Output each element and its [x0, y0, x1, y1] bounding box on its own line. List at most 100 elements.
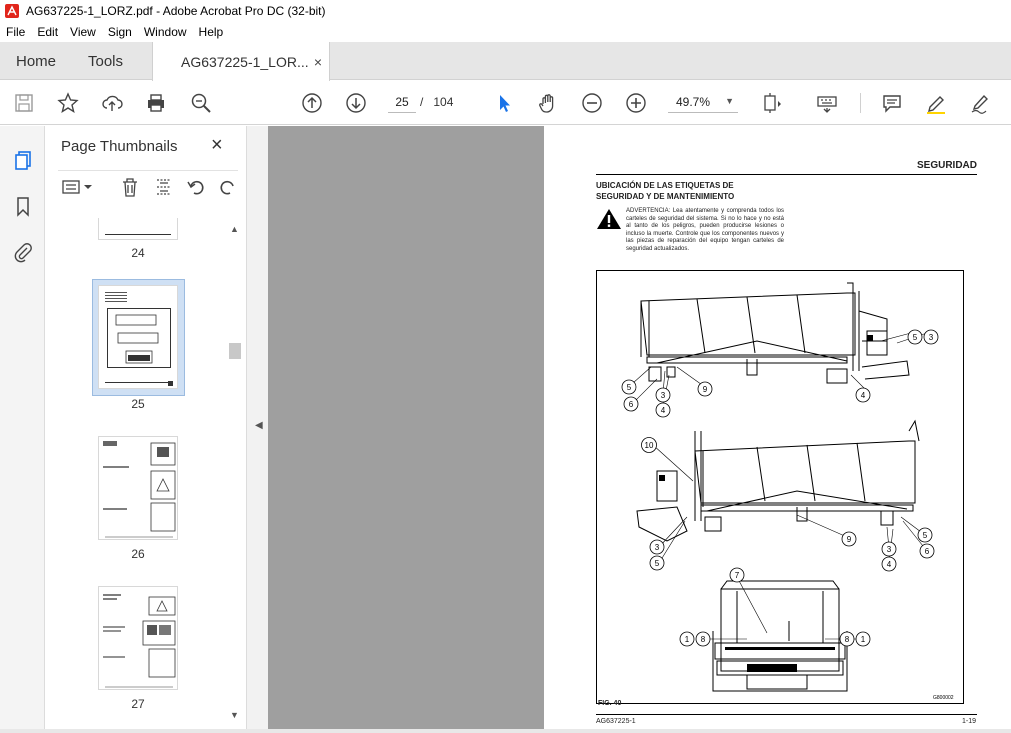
document-view[interactable]: SEGURIDAD UBICACIÓN DE LAS ETIQUETAS DE … — [268, 126, 1011, 733]
thumbnail-footer-line — [105, 382, 171, 383]
panel-splitter[interactable]: ◀ — [246, 126, 268, 733]
sign-pen-icon[interactable] — [968, 91, 992, 115]
page-thumbnails-panel: Page Thumbnails × 24 25 26 27 ▲ ▼ — [46, 126, 246, 733]
thumbnail-toolbar — [58, 170, 238, 200]
main-toolbar: 25 / 104 49.7% ▼ — [0, 81, 1011, 125]
page-footer-right: 1-19 — [962, 718, 977, 725]
thumbnail-figure-box — [107, 308, 171, 368]
chevron-down-icon: ▼ — [725, 96, 734, 106]
menu-bar: File Edit View Sign Window Help — [0, 22, 1011, 42]
acrobat-logo-icon — [4, 3, 20, 19]
callout-bottom-4: 1 — [861, 635, 866, 644]
callout-top-1: 6 — [629, 400, 634, 409]
section-title-line-1: UBICACIÓN DE LAS ETIQUETAS DE — [596, 181, 734, 190]
callout-top-6: 5 — [913, 333, 918, 342]
thumbnail-label-26: 26 — [131, 547, 145, 561]
callout-bottom-3: 8 — [845, 635, 850, 644]
attachment-paperclip-icon[interactable] — [11, 240, 35, 264]
upload-cloud-icon[interactable] — [100, 91, 124, 115]
callout-top-5: 4 — [861, 391, 866, 400]
callout-top-4: 9 — [703, 385, 708, 394]
truck-body-diagram: 5 6 3 4 9 4 5 3 10 3 5 9 3 4 5 6 7 1 8 8… — [621, 282, 954, 701]
bookmark-icon[interactable] — [11, 194, 35, 218]
tab-home[interactable]: Home — [16, 42, 56, 80]
thumbnail-label-24: 24 — [131, 246, 145, 260]
callout-mid-3: 9 — [847, 535, 852, 544]
thumbnail-page-27[interactable] — [98, 586, 178, 690]
thumbnail-options-icon[interactable] — [60, 177, 94, 197]
zoom-search-icon[interactable] — [189, 91, 213, 115]
rotate-right-icon[interactable] — [218, 177, 238, 197]
tab-document-label: AG637225-1_LOR... — [181, 53, 309, 70]
callout-top-3: 4 — [661, 406, 666, 415]
warning-text: ADVERTENCIA: Lea atentamente y comprenda… — [626, 208, 784, 252]
hand-tool-icon[interactable] — [536, 91, 560, 115]
thumbnail-label-25: 25 — [131, 397, 145, 411]
menu-edit[interactable]: Edit — [31, 25, 64, 39]
keyboard-icon[interactable] — [815, 91, 839, 115]
thumbnail-page-25[interactable] — [98, 285, 178, 389]
title-bar: AG637225-1_LORZ.pdf - Adobe Acrobat Pro … — [0, 0, 1011, 22]
thumbnail-corner-mark — [168, 381, 173, 386]
extract-pages-icon[interactable] — [154, 177, 174, 197]
star-icon[interactable] — [56, 91, 80, 115]
warning-triangle-icon — [596, 208, 622, 235]
pdf-page: SEGURIDAD UBICACIÓN DE LAS ETIQUETAS DE … — [544, 126, 1011, 733]
zoom-level-value: 49.7% — [676, 94, 711, 109]
scroll-down-icon[interactable]: ▼ — [230, 710, 239, 720]
delete-trash-icon[interactable] — [120, 177, 140, 197]
section-title-line-2: SEGURIDAD Y DE MANTENIMIENTO — [596, 192, 735, 201]
print-icon[interactable] — [144, 91, 168, 115]
collapse-panel-icon[interactable]: ◀ — [255, 420, 263, 431]
tab-close-button[interactable]: × — [314, 54, 322, 70]
callout-mid-5: 4 — [887, 560, 892, 569]
page-header: SEGURIDAD — [596, 160, 977, 175]
menu-help[interactable]: Help — [193, 25, 230, 39]
callout-mid-4: 3 — [887, 545, 892, 554]
figure-label: FIG. 40 — [598, 700, 622, 707]
callout-bottom-0: 7 — [735, 571, 740, 580]
callout-mid-7: 6 — [925, 547, 930, 556]
left-rail — [0, 126, 45, 733]
comment-icon[interactable] — [880, 91, 904, 115]
callout-top-2: 3 — [661, 391, 666, 400]
page-footer-rule — [596, 714, 977, 715]
menu-view[interactable]: View — [64, 25, 102, 39]
tab-bar: Home Tools AG637225-1_LOR... × — [0, 42, 1011, 81]
next-page-icon[interactable] — [344, 91, 368, 115]
tab-tools[interactable]: Tools — [88, 42, 123, 80]
horizontal-scrollbar[interactable] — [0, 729, 1011, 733]
rotate-left-icon[interactable] — [186, 177, 206, 197]
thumbnail-scrollbar[interactable]: ▲ ▼ — [228, 222, 241, 722]
previous-page-icon[interactable] — [300, 91, 324, 115]
highlight-pen-icon[interactable] — [924, 91, 948, 115]
page-number-input[interactable]: 25 — [388, 91, 416, 113]
save-icon[interactable] — [12, 91, 36, 115]
thumbnail-heading-lines — [105, 292, 127, 302]
menu-file[interactable]: File — [0, 25, 31, 39]
panel-close-button[interactable]: × — [211, 134, 223, 157]
callout-bottom-2: 8 — [701, 635, 706, 644]
zoom-level-dropdown[interactable]: 49.7% ▼ — [668, 91, 738, 113]
page-total: / 104 — [420, 95, 453, 109]
menu-window[interactable]: Window — [138, 25, 193, 39]
zoom-in-icon[interactable] — [624, 91, 648, 115]
callout-mid-0: 10 — [645, 441, 654, 450]
callout-mid-6: 5 — [923, 531, 928, 540]
tab-document[interactable]: AG637225-1_LOR... × — [152, 42, 330, 81]
window-title: AG637225-1_LORZ.pdf - Adobe Acrobat Pro … — [26, 4, 326, 18]
scrollbar-thumb[interactable] — [229, 343, 241, 359]
thumbnail-page-26[interactable] — [98, 436, 178, 540]
select-cursor-icon[interactable] — [492, 91, 516, 115]
scroll-up-icon[interactable]: ▲ — [230, 224, 239, 234]
menu-sign[interactable]: Sign — [102, 25, 138, 39]
total-pages: 104 — [433, 95, 454, 109]
zoom-out-icon[interactable] — [580, 91, 604, 115]
page-fit-icon[interactable] — [760, 91, 784, 115]
page-thumbnails-icon[interactable] — [11, 148, 35, 172]
callout-bottom-1: 1 — [685, 635, 690, 644]
callout-top-0: 5 — [627, 383, 632, 392]
thumbnail-page-24[interactable] — [98, 218, 178, 240]
panel-title: Page Thumbnails — [61, 138, 178, 155]
callout-top-7: 3 — [929, 333, 934, 342]
